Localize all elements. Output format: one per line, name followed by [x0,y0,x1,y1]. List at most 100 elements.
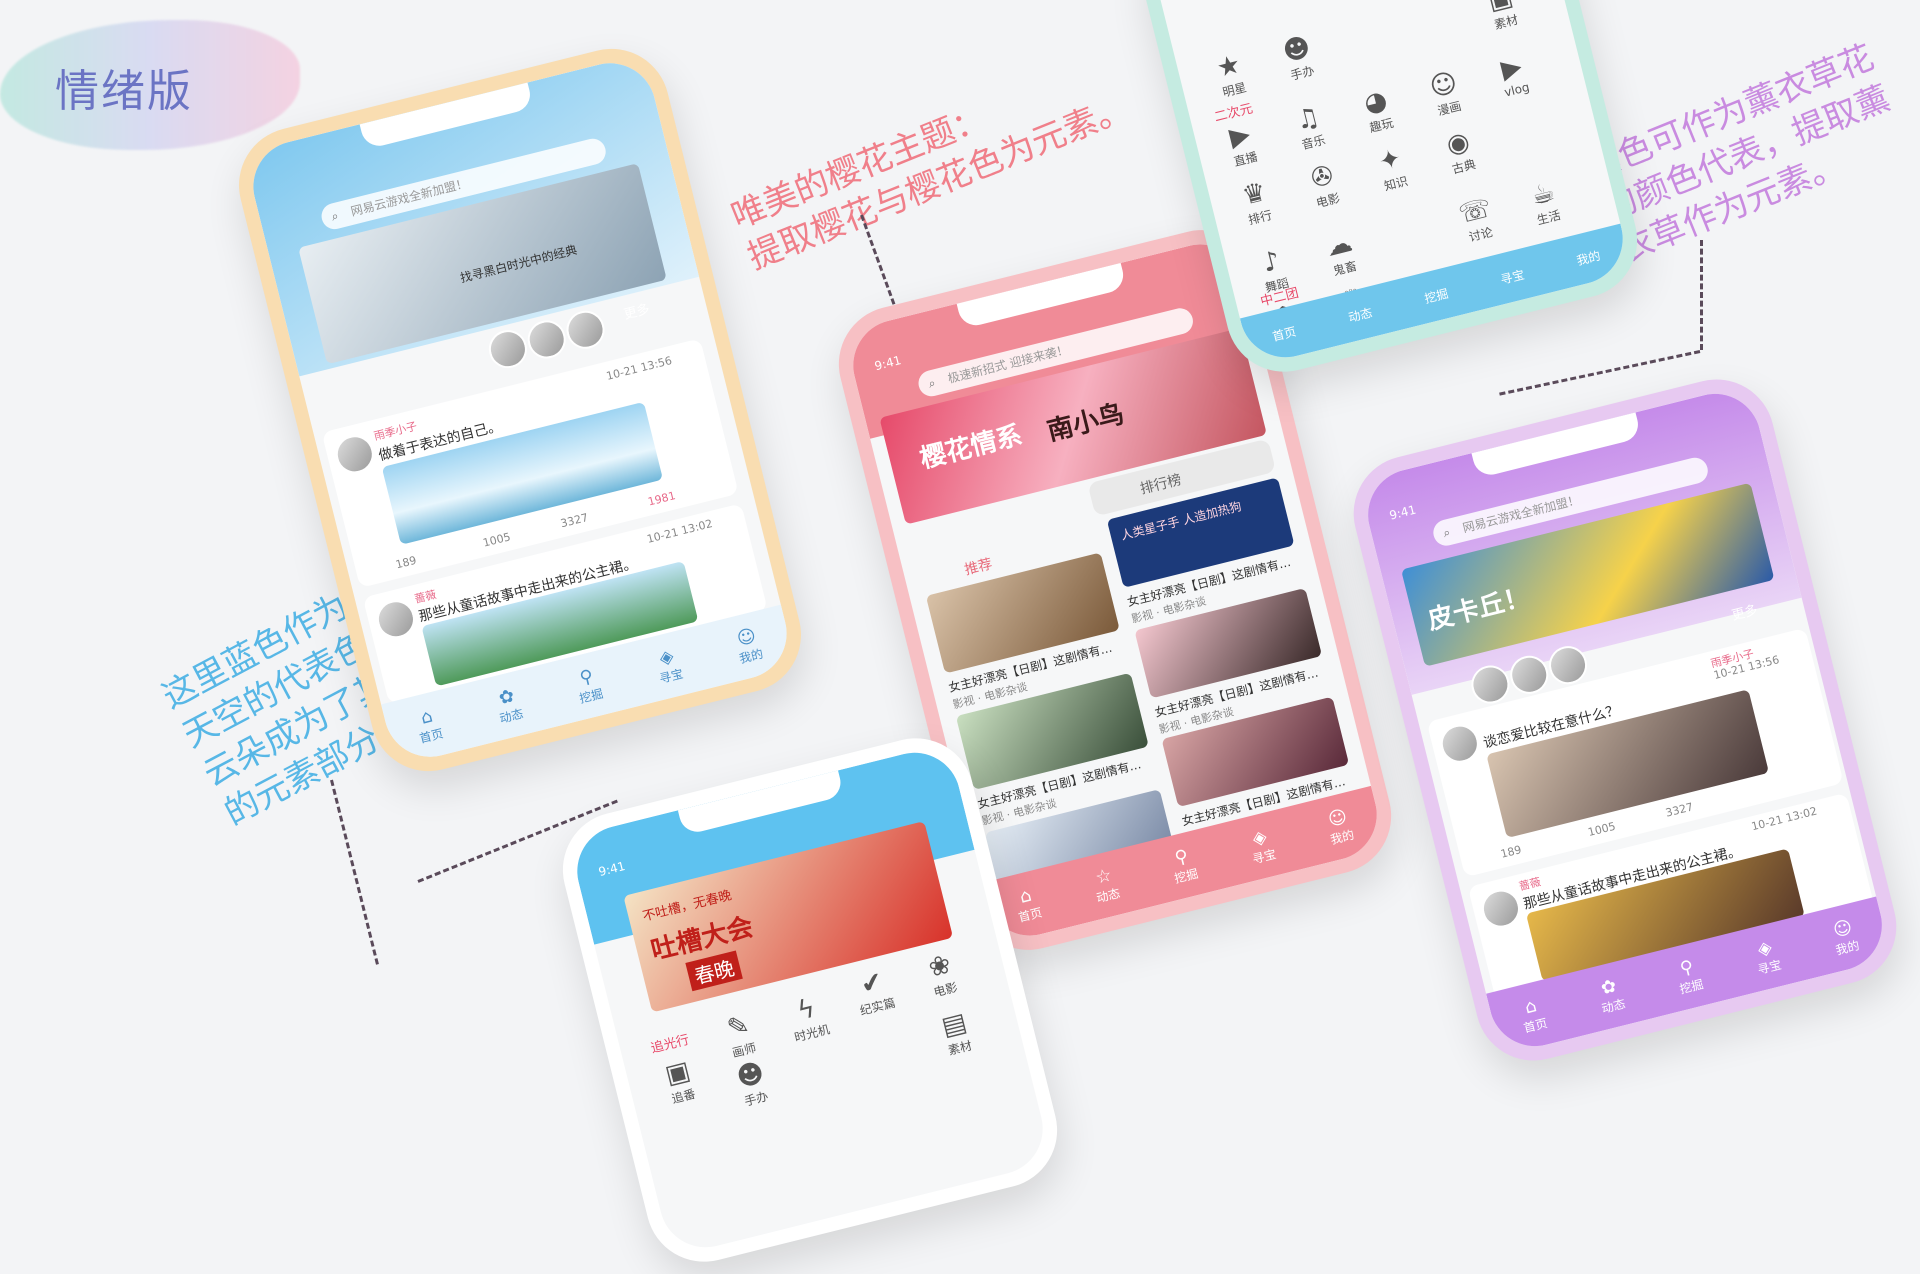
tab-treasure[interactable]: ◈ 寻宝 [1751,935,1783,978]
lightning-icon: ϟ [794,993,819,1027]
tab-profile[interactable]: ☺ 我的 [1829,916,1861,959]
tab-label: 寻宝 [657,666,685,687]
icon-cell[interactable]: ☻ 手办 [1264,28,1334,88]
icon-cell[interactable]: ◕ 趣玩 [1343,80,1413,140]
like-count[interactable]: 3327 [1664,800,1694,819]
rank-icon: ♛ [1239,176,1270,212]
comment-count[interactable]: 1005 [1587,820,1617,839]
tab-explore[interactable]: ⚲ 挖掘 [1167,844,1200,887]
comment-count[interactable]: 1005 [482,530,512,549]
share-count[interactable]: 189 [1499,843,1523,861]
avatar[interactable] [523,316,570,363]
banner-title: 樱花情系 [917,420,1026,475]
tab-label: 首页 [1016,905,1044,925]
icon-label: 手办 [1289,63,1316,83]
icon-label: 明星 [1221,80,1248,100]
icon-label: 追番 [670,1086,697,1107]
banner-title: 皮卡丘！ [1424,581,1533,637]
icon-cell[interactable]: ◉ 古典 [1425,122,1495,182]
icon-cell[interactable]: ✔ 纪实篇 [839,962,909,1022]
tab-treasure[interactable]: ◈ 寻宝 [1245,825,1277,868]
search-icon: ⌕ [329,208,340,224]
leader-line [330,779,379,965]
tab-explore[interactable]: ⚲ 挖掘 [572,664,605,707]
icon-cell[interactable]: ✦ 知识 [1357,139,1427,199]
post-image[interactable] [381,401,664,545]
tab-profile[interactable]: ☺ 我的 [732,624,765,667]
post-date: 10-21 13:56 [604,354,674,383]
tab-explore[interactable]: ⚲ 挖掘 [1673,955,1705,998]
icon-cell[interactable]: ☕ 生活 [1510,173,1580,233]
icon-label: 手办 [742,1089,770,1109]
post-image[interactable] [1486,689,1770,839]
avatar[interactable] [1436,720,1483,767]
icon-cell[interactable]: ☏ 讨论 [1442,190,1512,250]
tab-label: 我的 [1329,827,1356,848]
icon-cell[interactable]: ▤ 素材 [922,1003,992,1063]
tab-label: 我的 [1575,248,1602,268]
tab-label: 动态 [1346,305,1374,325]
icon-cell[interactable]: ▶ vlog [1479,47,1548,104]
tab-home[interactable]: ⌂ 首页 [413,704,445,747]
icon-cell[interactable]: ☺ 漫画 [1411,63,1481,123]
callout-sakura: 唯美的樱花主题： 提取樱花与樱花色为元素。 [725,45,1136,279]
tab-profile[interactable]: 我的 [1575,246,1602,268]
avatar[interactable] [484,326,531,373]
treasure-icon: ◈ [1755,936,1775,961]
avatar[interactable] [372,596,419,643]
check-icon: ✔ [857,966,887,1001]
tab-label: 寻宝 [1756,957,1783,978]
tab-label: 动态 [1600,996,1627,1016]
tab-home[interactable]: ⌂ 首页 [1517,994,1549,1037]
tab-profile[interactable]: ☺ 我的 [1323,805,1356,848]
icon-label: 素材 [1492,12,1520,32]
tab-label: 寻宝 [1251,847,1278,867]
icon-cell[interactable]: ♫ 音乐 [1275,97,1345,157]
tab-label: 动态 [1094,885,1122,906]
icon-cell[interactable]: ▣素材 [1468,0,1538,37]
tab-label: 挖掘 [1422,286,1450,306]
icon-cell[interactable]: ★ 明星 [1196,45,1266,105]
comic-icon: ☺ [1426,67,1461,104]
tab-home[interactable]: 首页 [1270,322,1298,344]
icon-cell[interactable]: ✇ 电影 [1290,156,1360,216]
tab-feed[interactable]: ✿ 动态 [1595,974,1627,1017]
tab-feed[interactable]: 动态 [1346,303,1374,325]
search-icon: ⌕ [926,375,937,391]
avatar[interactable] [562,306,609,353]
page-title: 情绪版 [55,66,193,117]
banner-subtitle: 南小鸟 [1044,399,1128,448]
more-link[interactable]: 更多 [621,298,651,323]
share-count[interactable]: 189 [394,554,418,572]
icon-cell[interactable]: ☻ 手办 [718,1054,788,1114]
tab-feed[interactable]: ☆ 动态 [1089,864,1121,907]
recommend-label[interactable]: 推荐 [962,553,994,579]
avatar[interactable] [1477,885,1524,932]
classic-icon: ◉ [1443,126,1473,161]
brush-icon: ✎ [724,1009,753,1045]
icon-cell[interactable]: ♛ 排行 [1222,173,1292,233]
section-title: 追光行 [649,1032,691,1057]
phone-lavender: 9:41 ⌕ 网易云游戏全新加盟！ 皮卡丘！ 更多 雨季小子 10-21 13:… [1341,367,1909,1073]
flower-icon: ✿ [496,685,517,710]
figure-icon: ☻ [1279,31,1314,68]
tab-treasure[interactable]: ◈ 寻宝 [652,644,684,687]
icon-label: 生活 [1535,208,1563,228]
icon-cell[interactable]: ▣ 追番 [645,1051,715,1111]
movie-icon: ✇ [1308,160,1337,195]
like-count[interactable]: 3327 [559,511,589,530]
icon-cell[interactable]: ϟ 时光机 [774,988,844,1048]
fun-icon: ◕ [1361,84,1391,120]
avatar[interactable] [331,431,378,478]
icon-label: 古典 [1450,157,1478,177]
icon-cell[interactable]: ❀ 电影 [907,945,977,1005]
post-date: 10-21 13:02 [1750,804,1819,834]
user-icon: ☺ [1325,805,1350,831]
fav-count[interactable]: 1981 [647,489,677,508]
icon-cell[interactable]: ☁ 鬼畜 [1306,223,1376,283]
tab-feed[interactable]: ✿ 动态 [492,684,525,727]
coffee-icon: ☕ [1528,177,1558,212]
tab-home[interactable]: ⌂ 首页 [1011,883,1044,926]
tab-explore[interactable]: 挖掘 [1422,284,1450,306]
tab-treasure[interactable]: 寻宝 [1499,265,1526,287]
